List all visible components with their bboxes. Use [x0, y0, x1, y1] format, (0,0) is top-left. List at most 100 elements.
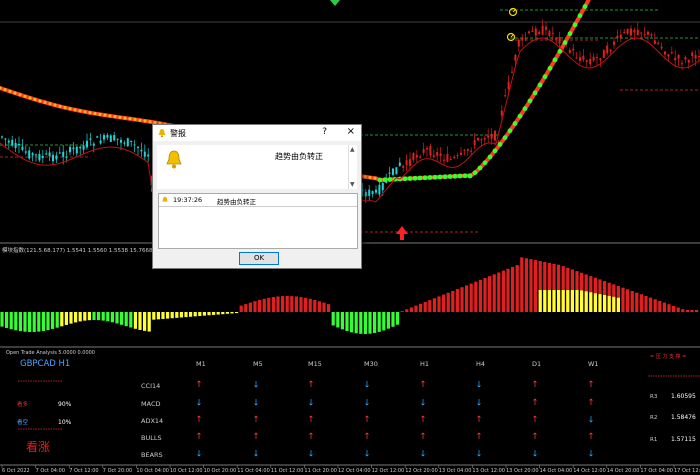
- histogram-bar: [676, 307, 680, 312]
- candle-body: [388, 172, 391, 174]
- histogram-bar: [166, 312, 170, 319]
- histogram-bar: [432, 298, 436, 312]
- trend-dot: [58, 104, 62, 108]
- histogram-bar: [488, 276, 492, 312]
- candle-body: [35, 154, 37, 156]
- ok-button[interactable]: OK: [239, 252, 279, 265]
- candle-body: [1, 136, 3, 138]
- candle-body: [92, 143, 95, 146]
- trend-dot: [382, 177, 388, 183]
- trend-dot: [417, 175, 423, 181]
- histogram-bar: [212, 312, 216, 315]
- bull-label: 看多: [17, 400, 29, 408]
- candle-body: [653, 40, 656, 45]
- time-axis-label: 10 Oct 20:00: [204, 468, 237, 474]
- alert-text: 趋势由负转正: [217, 198, 256, 206]
- candle-body: [392, 168, 394, 175]
- time-axis-label: 14 Oct 04:00: [540, 468, 573, 474]
- histogram-bar: [129, 312, 133, 328]
- candle-body: [490, 133, 493, 139]
- candle-body: [582, 55, 585, 60]
- histogram-bar: [138, 312, 142, 330]
- down-arrow-icon: [477, 450, 481, 457]
- histogram-bar: [350, 312, 354, 333]
- close-button[interactable]: ×: [347, 126, 355, 137]
- histogram-bar: [524, 258, 528, 312]
- histogram-bar: [106, 312, 110, 322]
- trend-dot: [582, 4, 588, 9]
- candle-body: [575, 57, 578, 59]
- up-arrow-icon: [533, 380, 537, 387]
- candle-body: [647, 31, 649, 35]
- candle-body: [69, 146, 71, 153]
- time-axis-label: 7 Oct 12:00: [69, 468, 98, 474]
- alarm-clock-icon: [508, 7, 518, 17]
- histogram-bar: [14, 312, 18, 331]
- candle-body: [640, 32, 643, 34]
- histogram-bar: [161, 312, 165, 319]
- candle-body: [375, 189, 377, 193]
- histogram-bar: [110, 312, 114, 323]
- histogram-bar: [239, 305, 243, 312]
- histogram-bar: [258, 299, 262, 312]
- down-arrow-icon: [365, 381, 369, 388]
- histogram-bar: [497, 272, 501, 312]
- alert-row[interactable]: 19:37:26 趋势由负转正: [159, 194, 357, 207]
- pivot-name: R2: [650, 415, 657, 421]
- histogram-bar: [317, 301, 321, 312]
- up-arrow-icon: [254, 432, 258, 439]
- histogram-bar: [621, 287, 625, 312]
- histogram-bar: [152, 312, 156, 320]
- up-arrow-icon: [421, 380, 425, 387]
- pivot-value: 1.57115: [671, 436, 696, 443]
- time-axis-label: 11 Oct 12:00: [271, 468, 304, 474]
- histogram-bar: [584, 291, 588, 312]
- histogram-bar: [285, 296, 289, 312]
- trend-dot: [407, 176, 413, 181]
- trend-dot: [467, 173, 473, 179]
- trend-dot: [387, 177, 393, 182]
- alert-list[interactable]: 19:37:26 趋势由负转正: [158, 193, 358, 249]
- up-arrow-icon: [589, 380, 593, 387]
- candle-body: [116, 138, 119, 140]
- timeframe-header: H4: [476, 360, 485, 368]
- signal-arrows: [197, 380, 593, 457]
- timeframe-header: W1: [588, 360, 599, 368]
- message-scrollbar[interactable]: ▲ ▼: [348, 145, 357, 189]
- histogram-bar: [649, 297, 653, 312]
- candle-body: [378, 184, 381, 195]
- indicator-name: ADX14: [141, 417, 163, 425]
- dialog-titlebar[interactable]: 警报 ? ×: [153, 125, 361, 141]
- trend-dot: [427, 175, 433, 180]
- candle-body: [368, 189, 371, 196]
- scroll-down-icon[interactable]: ▼: [350, 181, 355, 188]
- histogram-bar: [672, 305, 676, 312]
- histogram-bar: [465, 285, 469, 312]
- time-axis-label: 17 Oct 04:00: [640, 468, 673, 474]
- scroll-up-icon[interactable]: ▲: [350, 146, 355, 153]
- candle-body: [456, 154, 459, 156]
- trend-dot: [93, 111, 97, 116]
- timeframe-header: M1: [196, 360, 206, 368]
- histogram-bar: [189, 312, 193, 317]
- histogram-bar: [143, 312, 147, 331]
- histogram-bar: [557, 290, 561, 312]
- dialog-title: 警报: [170, 128, 186, 138]
- histogram-bar: [267, 297, 271, 312]
- trend-dot: [123, 116, 127, 120]
- time-axis-label: 7 Oct 20:00: [103, 468, 132, 474]
- candle-body: [75, 146, 78, 154]
- candle-body: [589, 58, 592, 65]
- histogram-bar: [32, 312, 36, 332]
- alert-dialog[interactable]: 警报 ? × 趋势由负转正 ▲ ▼ 19:37:26 趋势由负转正 OK: [152, 124, 362, 269]
- histogram-bar: [244, 304, 248, 312]
- timeframe-header: M15: [308, 360, 322, 368]
- candle-body: [137, 146, 139, 148]
- histogram-bar: [5, 312, 9, 328]
- down-arrow-icon: [254, 381, 258, 388]
- candle-body: [463, 149, 466, 151]
- help-button[interactable]: ?: [322, 127, 327, 137]
- histogram-bar: [175, 312, 179, 318]
- down-arrow-icon: [589, 416, 593, 423]
- histogram-bar: [23, 312, 27, 332]
